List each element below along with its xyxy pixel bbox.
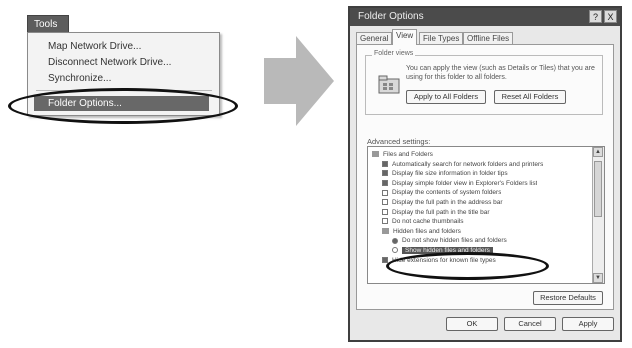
tab-view[interactable]: View <box>392 29 418 45</box>
tree-item-label: Hidden files and folders <box>393 227 461 235</box>
setting-label: Do not show hidden files and folders <box>402 237 507 245</box>
dialog-title: Folder Options <box>358 11 424 22</box>
setting-checkbox-row[interactable]: Do not cache thumbnails <box>382 217 464 227</box>
apply-button[interactable]: Apply <box>562 317 614 331</box>
setting-radio-row[interactable]: Do not show hidden files and folders <box>392 236 507 246</box>
setting-label: Automatically search for network folders… <box>392 160 544 168</box>
vertical-scrollbar[interactable]: ▲ ▼ <box>592 147 604 283</box>
setting-label: Display the contents of system folders <box>392 189 502 197</box>
setting-checkbox-row[interactable]: Display the contents of system folders <box>382 188 501 198</box>
folder-views-group: Folder views You can apply the view (suc… <box>365 50 603 115</box>
scroll-thumb[interactable] <box>594 161 602 217</box>
checkbox[interactable] <box>382 170 388 177</box>
setting-checkbox-row[interactable]: Display the full path in the title bar <box>382 208 490 218</box>
reset-all-folders-button[interactable]: Reset All Folders <box>494 90 566 104</box>
tab-bar: General View File Types Offline Files <box>356 29 616 45</box>
checkbox[interactable] <box>382 180 388 187</box>
setting-label: Display simple folder view in Explorer's… <box>392 179 538 187</box>
menu-item-map-network-drive[interactable]: Map Network Drive... <box>34 39 209 54</box>
folder-views-legend: Folder views <box>372 50 416 57</box>
ok-button[interactable]: OK <box>446 317 498 331</box>
scroll-up-icon[interactable]: ▲ <box>593 147 603 157</box>
scroll-down-icon[interactable]: ▼ <box>593 273 603 283</box>
setting-checkbox-row[interactable]: Display simple folder view in Explorer's… <box>382 179 537 189</box>
checkbox[interactable] <box>382 189 388 196</box>
radio-button[interactable] <box>392 237 398 244</box>
help-button[interactable]: ? <box>589 10 602 23</box>
setting-label: Display file size information in folder … <box>392 170 508 178</box>
advanced-settings-label: Advanced settings: <box>367 137 431 146</box>
folder-views-description: You can apply the view (such as Details … <box>406 65 595 81</box>
setting-label: Display the full path in the title bar <box>392 208 490 216</box>
restore-defaults-button[interactable]: Restore Defaults <box>533 291 603 305</box>
tools-menu-title[interactable]: Tools <box>27 15 69 33</box>
tree-item-files-and-folders[interactable]: Files and Folders <box>372 150 433 160</box>
folder-icon <box>378 75 400 94</box>
dialog-titlebar: Folder Options ? X <box>350 8 620 26</box>
highlight-oval <box>8 88 238 124</box>
checkbox[interactable] <box>382 208 388 215</box>
setting-label: Do not cache thumbnails <box>392 218 464 226</box>
apply-to-all-folders-button[interactable]: Apply to All Folders <box>406 90 486 104</box>
right-arrow-icon <box>264 36 334 126</box>
tree-item-hidden-files[interactable]: Hidden files and folders <box>382 227 461 237</box>
folder-icon <box>382 228 389 235</box>
menu-item-synchronize[interactable]: Synchronize... <box>34 71 209 86</box>
checkbox[interactable] <box>382 199 388 206</box>
checkbox[interactable] <box>382 218 388 225</box>
folder-icon <box>372 151 379 158</box>
cancel-button[interactable]: Cancel <box>504 317 556 331</box>
highlight-oval <box>386 252 549 280</box>
checkbox[interactable] <box>382 160 388 167</box>
setting-label: Display the full path in the address bar <box>392 199 503 206</box>
setting-checkbox-row[interactable]: Display the full path in the address bar <box>382 198 503 208</box>
setting-checkbox-row[interactable]: Display file size information in folder … <box>382 169 508 179</box>
tree-item-label: Files and Folders <box>383 151 433 158</box>
menu-item-disconnect-network-drive[interactable]: Disconnect Network Drive... <box>34 55 209 70</box>
folder-options-dialog: Folder Options ? X General View File Typ… <box>348 6 622 342</box>
close-button[interactable]: X <box>604 10 617 23</box>
setting-checkbox-row[interactable]: Automatically search for network folders… <box>382 160 543 170</box>
radio-button[interactable] <box>392 247 398 254</box>
